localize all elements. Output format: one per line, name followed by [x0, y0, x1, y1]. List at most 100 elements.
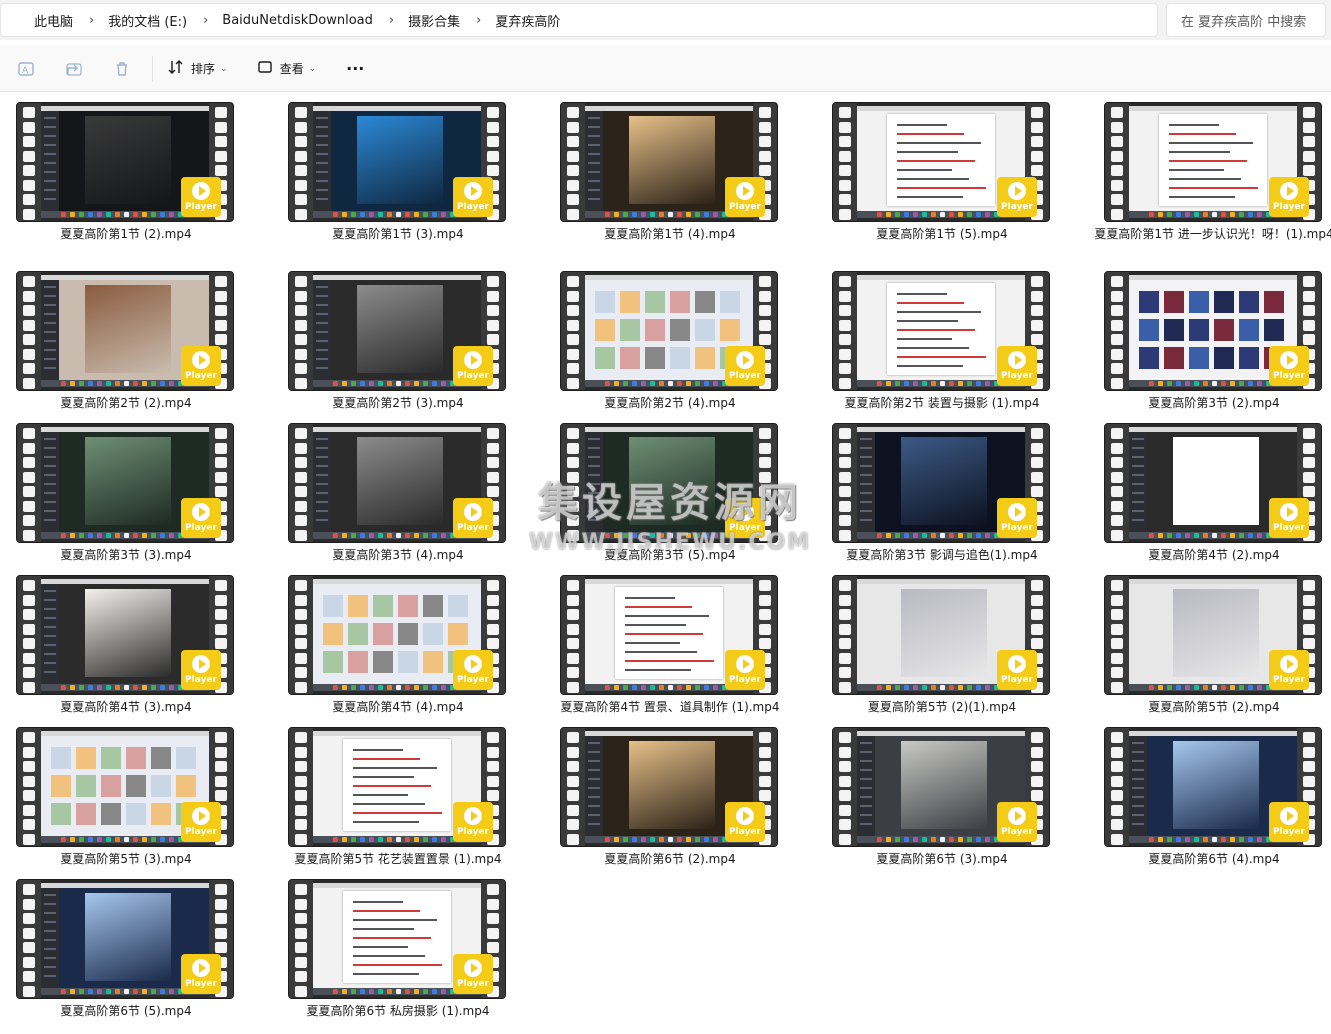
dock-app-icon — [632, 837, 637, 842]
delete-icon[interactable] — [112, 59, 132, 79]
file-item[interactable]: Player 夏夏高阶第6节 (2).mp4 — [544, 717, 816, 869]
file-item[interactable]: Player 夏夏高阶第1节 (3).mp4 — [272, 92, 544, 244]
breadcrumb-item[interactable]: 夏弃疾高阶 — [495, 11, 560, 30]
file-name[interactable]: 夏夏高阶第1节 进一步认识光！呀！(1).mp4 — [1088, 226, 1331, 243]
player-badge-icon: Player — [1269, 346, 1309, 386]
file-name[interactable]: 夏夏高阶第3节 (2).mp4 — [1088, 395, 1331, 412]
file-name[interactable]: 夏夏高阶第3节 (5).mp4 — [544, 547, 796, 564]
file-name[interactable]: 夏夏高阶第6节 (2).mp4 — [544, 851, 796, 868]
file-name[interactable]: 夏夏高阶第1节 (2).mp4 — [0, 226, 252, 243]
film-hole — [839, 208, 851, 220]
film-hole — [839, 529, 851, 541]
player-badge-label: Player — [729, 202, 761, 212]
file-name[interactable]: 夏夏高阶第2节 (2).mp4 — [0, 395, 252, 412]
film-hole — [839, 348, 851, 360]
breadcrumb-item[interactable]: 此电脑 — [34, 11, 73, 30]
file-name[interactable]: 夏夏高阶第4节 (4).mp4 — [272, 699, 524, 716]
file-item[interactable]: Player 夏夏高阶第6节 (5).mp4 — [0, 869, 272, 1021]
file-name[interactable]: 夏夏高阶第1节 (3).mp4 — [272, 226, 524, 243]
file-item[interactable]: Player 夏夏高阶第2节 (3).mp4 — [272, 261, 544, 413]
file-name[interactable]: 夏夏高阶第3节 (4).mp4 — [272, 547, 524, 564]
file-item[interactable]: Player 夏夏高阶第4节 (2).mp4 — [1088, 413, 1331, 565]
file-name[interactable]: 夏夏高阶第2节 (3).mp4 — [272, 395, 524, 412]
chevron-right-icon[interactable]: › — [89, 13, 94, 28]
film-hole — [1031, 623, 1043, 635]
dock-app-icon — [886, 837, 891, 842]
file-name[interactable]: 夏夏高阶第4节 (3).mp4 — [0, 699, 252, 716]
file-item[interactable]: Player 夏夏高阶第6节 (4).mp4 — [1088, 717, 1331, 869]
file-item[interactable]: Player 夏夏高阶第3节 (3).mp4 — [0, 413, 272, 565]
file-item[interactable]: Player 夏夏高阶第1节 进一步认识光！呀！(1).mp4 — [1088, 92, 1331, 244]
doc-line — [625, 642, 680, 644]
file-item[interactable]: Player 夏夏高阶第1节 (5).mp4 — [816, 92, 1088, 244]
file-name[interactable]: 夏夏高阶第4节 置景、道具制作 (1).mp4 — [544, 699, 796, 716]
dock-app-icon — [369, 212, 374, 217]
film-hole — [567, 305, 579, 316]
sort-button[interactable]: 排序 ⌄ — [167, 58, 228, 79]
search-input[interactable]: 在 夏弃疾高阶 中搜索 — [1166, 3, 1326, 37]
more-options-button[interactable]: ··· — [346, 59, 364, 78]
dock-app-icon — [369, 533, 374, 538]
chevron-right-icon[interactable]: › — [389, 13, 394, 28]
thumb-cell — [448, 623, 468, 645]
file-item[interactable]: Player 夏夏高阶第2节 装置与摄影 (1).mp4 — [816, 261, 1088, 413]
dock-app-icon — [1230, 533, 1235, 538]
file-item[interactable]: Player 夏夏高阶第3节 (2).mp4 — [1088, 261, 1331, 413]
file-name[interactable]: 夏夏高阶第2节 装置与摄影 (1).mp4 — [816, 395, 1068, 412]
file-name[interactable]: 夏夏高阶第5节 (3).mp4 — [0, 851, 252, 868]
dock-app-icon — [886, 533, 891, 538]
breadcrumb-item[interactable]: 摄影合集 — [408, 11, 460, 30]
dock-app-icon — [378, 212, 383, 217]
chevron-right-icon[interactable]: › — [476, 13, 481, 28]
file-item[interactable]: Player 夏夏高阶第3节 (4).mp4 — [272, 413, 544, 565]
file-item[interactable]: Player 夏夏高阶第4节 置景、道具制作 (1).mp4 — [544, 565, 816, 717]
film-hole — [839, 515, 851, 526]
file-item[interactable]: Player 夏夏高阶第5节 (2)(1).mp4 — [816, 565, 1088, 717]
file-name[interactable]: 夏夏高阶第6节 (4).mp4 — [1088, 851, 1331, 868]
file-item[interactable]: Player 夏夏高阶第4节 (4).mp4 — [272, 565, 544, 717]
file-name[interactable]: 夏夏高阶第5节 花艺装置置景 (1).mp4 — [272, 851, 524, 868]
view-button[interactable]: 查看 ⌄ — [256, 58, 316, 79]
video-frame — [85, 893, 171, 981]
file-item[interactable]: Player 夏夏高阶第6节 (3).mp4 — [816, 717, 1088, 869]
breadcrumb-item[interactable]: 我的文档 (E:) — [108, 11, 187, 30]
file-item[interactable]: Player 夏夏高阶第5节 (2).mp4 — [1088, 565, 1331, 717]
file-name[interactable]: 夏夏高阶第6节 私房摄影 (1).mp4 — [272, 1003, 524, 1020]
file-item[interactable]: Player 夏夏高阶第4节 (3).mp4 — [0, 565, 272, 717]
film-hole — [1031, 121, 1043, 133]
file-name[interactable]: 夏夏高阶第6节 (5).mp4 — [0, 1003, 252, 1020]
dock-app-icon — [877, 685, 882, 690]
file-item[interactable]: Player 夏夏高阶第3节 影调与追色(1).mp4 — [816, 413, 1088, 565]
file-name[interactable]: 夏夏高阶第3节 (3).mp4 — [0, 547, 252, 564]
file-item[interactable]: Player 夏夏高阶第1节 (4).mp4 — [544, 92, 816, 244]
file-item[interactable]: Player 夏夏高阶第2节 (2).mp4 — [0, 261, 272, 413]
tool-line — [1132, 474, 1144, 476]
file-name[interactable]: 夏夏高阶第1节 (5).mp4 — [816, 226, 1068, 243]
dock-app-icon — [97, 381, 102, 386]
file-name[interactable]: 夏夏高阶第1节 (4).mp4 — [544, 226, 796, 243]
breadcrumb-item[interactable]: BaiduNetdiskDownload — [222, 13, 373, 28]
file-item[interactable]: Player 夏夏高阶第1节 (2).mp4 — [0, 92, 272, 244]
file-name[interactable]: 夏夏高阶第5节 (2)(1).mp4 — [816, 699, 1068, 716]
dock-app-icon — [695, 533, 700, 538]
address-bar[interactable]: 此电脑 › 我的文档 (E:) › BaiduNetdiskDownload › 摄影合集 ›… — [0, 3, 1158, 37]
file-item[interactable]: Player 夏夏高阶第2节 (4).mp4 — [544, 261, 816, 413]
chevron-right-icon[interactable]: › — [203, 13, 208, 28]
file-name[interactable]: 夏夏高阶第6节 (3).mp4 — [816, 851, 1068, 868]
file-name[interactable]: 夏夏高阶第4节 (2).mp4 — [1088, 547, 1331, 564]
file-item[interactable]: Player 夏夏高阶第6节 私房摄影 (1).mp4 — [272, 869, 544, 1021]
file-item[interactable]: Player 夏夏高阶第5节 (3).mp4 — [0, 717, 272, 869]
file-item[interactable]: Player 夏夏高阶第3节 (5).mp4 — [544, 413, 816, 565]
dock-app-icon — [976, 837, 981, 842]
rename-icon[interactable]: A — [16, 59, 36, 79]
file-name[interactable]: 夏夏高阶第5节 (2).mp4 — [1088, 699, 1331, 716]
film-hole — [567, 194, 579, 205]
film-hole — [1111, 529, 1123, 541]
file-item[interactable]: Player 夏夏高阶第5节 花艺装置置景 (1).mp4 — [272, 717, 544, 869]
share-icon[interactable] — [64, 59, 84, 79]
file-name[interactable]: 夏夏高阶第2节 (4).mp4 — [544, 395, 796, 412]
file-name[interactable]: 夏夏高阶第3节 影调与追色(1).mp4 — [816, 547, 1068, 564]
tool-line — [316, 447, 328, 449]
film-hole — [295, 442, 307, 454]
film-hole — [295, 804, 307, 816]
